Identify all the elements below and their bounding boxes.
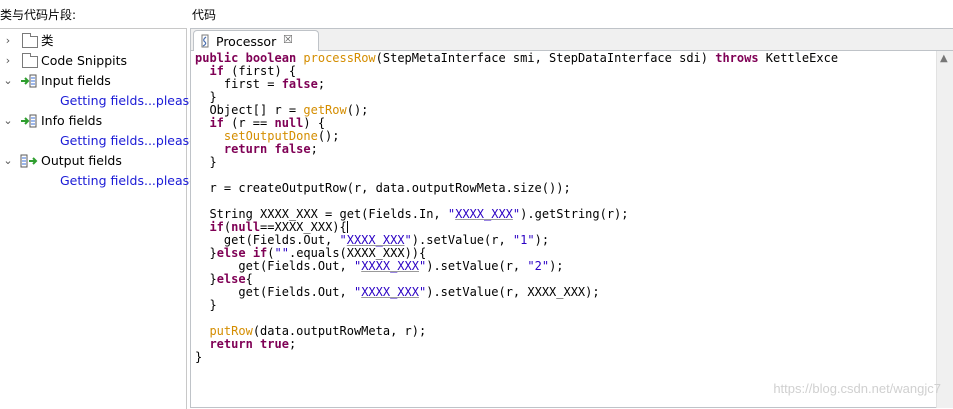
code-line[interactable]: String XXXX_XXX = get(Fields.In, "XXXX_X… — [195, 207, 628, 221]
code-line[interactable]: return false; — [195, 142, 318, 156]
folder-icon — [22, 33, 38, 48]
code-line[interactable]: } — [195, 155, 216, 169]
code-line[interactable]: if (r == null) { — [195, 116, 325, 130]
code-editor[interactable]: Processor ☒ public boolean processRow(St… — [190, 28, 953, 408]
editor-tab-bar: Processor ☒ — [191, 29, 953, 51]
code-line[interactable]: get(Fields.Out, "XXXX_XXX").setValue(r, … — [195, 259, 563, 273]
getting-fields-status: Getting fields...please — [60, 173, 197, 188]
code-line[interactable]: putRow(data.outputRowMeta, r); — [195, 324, 426, 338]
expand-chevron-icon[interactable]: › — [3, 51, 13, 71]
code-line[interactable]: first = false; — [195, 77, 325, 91]
tree-item-classes[interactable]: › 类 — [0, 31, 186, 51]
tab-processor[interactable]: Processor ☒ — [193, 30, 319, 51]
code-line[interactable]: get(Fields.Out, "XXXX_XXX").setValue(r, … — [195, 233, 549, 247]
snippets-panel-title: 类与代码片段: — [0, 8, 77, 22]
folder-icon — [22, 53, 38, 68]
code-line[interactable]: setOutputDone(); — [195, 129, 340, 143]
code-line[interactable]: get(Fields.Out, "XXXX_XXX").setValue(r, … — [195, 285, 599, 299]
vertical-scrollbar[interactable]: ▲ — [936, 51, 953, 408]
code-text-area[interactable]: public boolean processRow(StepMetaInterf… — [195, 52, 838, 364]
code-line[interactable]: if(null==XXXX_XXX){ — [195, 220, 348, 234]
collapse-chevron-icon[interactable]: ⌄ — [3, 71, 13, 91]
tab-label: Processor — [216, 34, 277, 49]
code-line[interactable]: if (first) { — [195, 64, 296, 78]
code-line[interactable]: public boolean processRow(StepMetaInterf… — [195, 51, 838, 65]
tree-item-info-fields-child[interactable]: Getting fields...please — [0, 131, 197, 151]
expand-chevron-icon[interactable]: › — [3, 31, 13, 51]
code-line[interactable]: return true; — [195, 337, 296, 351]
watermark: https://blog.csdn.net/wangjc7 — [773, 381, 941, 396]
collapse-chevron-icon[interactable]: ⌄ — [3, 151, 13, 171]
code-line[interactable]: Object[] r = getRow(); — [195, 103, 368, 117]
code-line[interactable]: r = createOutputRow(r, data.outputRowMet… — [195, 181, 570, 195]
code-line[interactable]: }else if("".equals(XXXX_XXX)){ — [195, 246, 426, 260]
collapse-chevron-icon[interactable]: ⌄ — [3, 111, 13, 131]
snippets-tree[interactable]: › 类 › Code Snippits ⌄ Input fields Getti… — [0, 28, 197, 409]
java-file-icon — [200, 34, 210, 48]
code-line[interactable]: } — [195, 90, 216, 104]
tree-item-label: Code Snippits — [41, 53, 128, 68]
tree-item-output-fields[interactable]: ⌄ Output fields — [0, 151, 186, 171]
tree-item-output-fields-child[interactable]: Getting fields...please — [0, 171, 197, 191]
tree-item-label: Output fields — [41, 153, 122, 168]
tree-item-code-snippits[interactable]: › Code Snippits — [0, 51, 186, 71]
code-panel-title: 代码 — [192, 8, 217, 22]
scroll-up-arrow-icon[interactable]: ▲ — [940, 53, 948, 64]
tree-item-label: 类 — [41, 33, 54, 48]
getting-fields-status: Getting fields...please — [60, 133, 197, 148]
tree-item-info-fields[interactable]: ⌄ Info fields — [0, 111, 186, 131]
tree-item-label: Input fields — [41, 73, 111, 88]
getting-fields-status: Getting fields...please — [60, 93, 197, 108]
code-line[interactable]: } — [195, 298, 216, 312]
code-line[interactable]: }else{ — [195, 272, 252, 286]
code-line[interactable]: } — [195, 350, 202, 364]
tree-item-input-fields[interactable]: ⌄ Input fields — [0, 71, 186, 91]
tree-item-label: Info fields — [41, 113, 103, 128]
tree-item-input-fields-child[interactable]: Getting fields...please — [0, 91, 197, 111]
close-tab-icon[interactable]: ☒ — [283, 33, 293, 46]
